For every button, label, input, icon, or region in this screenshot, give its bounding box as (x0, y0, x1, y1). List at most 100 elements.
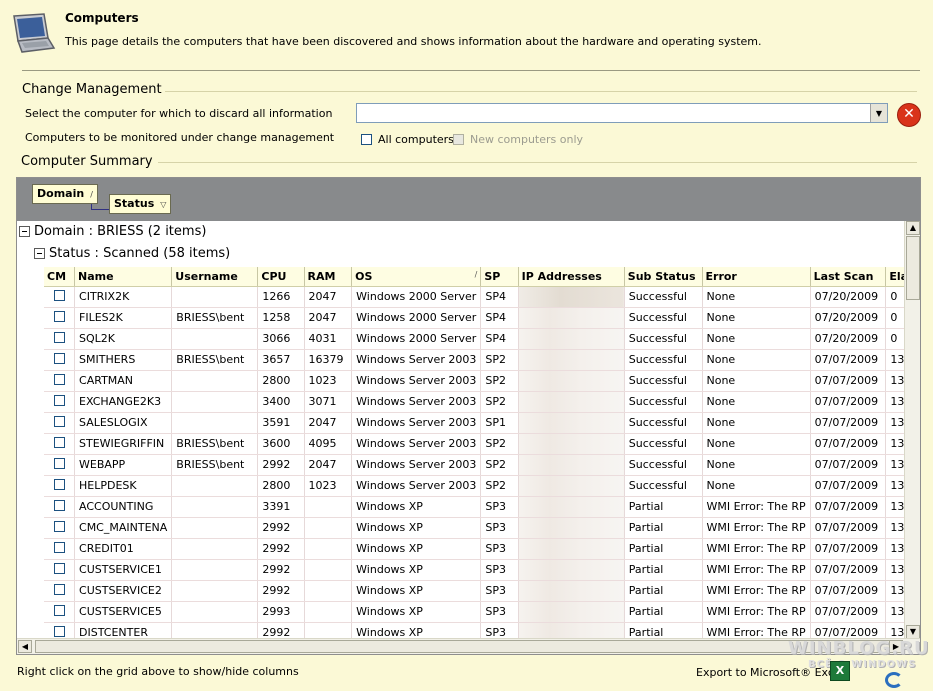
cell-cm[interactable] (44, 349, 76, 371)
column-header-cm[interactable]: CM (44, 267, 76, 287)
monitor-checkbox[interactable] (53, 478, 65, 490)
table-row[interactable]: SALESLOGIX 3591 2047 Windows Server 2003 SP1… (44, 412, 920, 434)
cell-cm[interactable] (44, 517, 76, 539)
cell-name: CMC_MAINTENA (74, 517, 173, 539)
cell-name: EXCHANGE2K3 (74, 391, 173, 413)
table-row[interactable]: CREDIT01 2992 Windows XP SP3 Partial WMI Erro… (44, 538, 920, 560)
table-row[interactable]: CITRIX2K 1266 2047 Windows 2000 Server SP4 Su… (44, 286, 920, 308)
cell-sub-status: Successful (624, 286, 703, 308)
all-computers-checkbox[interactable] (361, 134, 372, 145)
monitor-checkbox[interactable] (53, 625, 65, 637)
group-by-status-button[interactable]: Status ▽ (109, 194, 172, 214)
collapse-icon[interactable] (34, 248, 45, 259)
cell-cm[interactable] (44, 559, 76, 581)
monitor-checkbox[interactable] (53, 457, 65, 469)
monitor-checkbox[interactable] (53, 373, 65, 385)
column-header-last-scan[interactable]: Last Scan (810, 267, 887, 287)
table-row[interactable]: CUSTSERVICE5 2993 Windows XP SP3 Partial WMI … (44, 601, 920, 623)
cell-username (171, 328, 259, 350)
cell-error: None (702, 412, 811, 434)
monitor-checkbox[interactable] (53, 541, 65, 553)
cell-sub-status: Successful (624, 454, 703, 476)
column-header-os[interactable]: OS / (351, 267, 482, 287)
cell-cm[interactable] (44, 412, 76, 434)
cell-cm[interactable] (44, 475, 76, 497)
discard-icon[interactable]: ✕ (897, 103, 921, 127)
monitor-checkbox[interactable] (53, 331, 65, 343)
excel-icon[interactable]: X (830, 661, 850, 681)
column-header-cpu[interactable]: CPU (257, 267, 305, 287)
cell-cpu: 3600 (257, 433, 305, 455)
dropdown-arrow-icon[interactable]: ▼ (870, 104, 887, 122)
cell-ip-addresses (518, 328, 625, 350)
domain-group-row[interactable]: Domain : BRIESS (2 items) (19, 224, 206, 239)
column-header-sub-status[interactable]: Sub Status (624, 267, 703, 287)
vertical-scrollbar[interactable]: ▲ ▼ (904, 221, 920, 639)
table-row[interactable]: SQL2K 3066 4031 Windows 2000 Server SP4 Succe… (44, 328, 920, 350)
cell-cm[interactable] (44, 601, 76, 623)
scroll-down-icon[interactable]: ▼ (906, 625, 920, 639)
cell-username (171, 538, 259, 560)
table-row[interactable]: SMITHERS BRIESS\bent 3657 16379 Windows Serv… (44, 349, 920, 371)
column-header-name[interactable]: Name (74, 267, 173, 287)
cell-cm[interactable] (44, 328, 76, 350)
refresh-icon[interactable] (885, 672, 903, 688)
group-by-panel[interactable]: Domain / Status ▽ (17, 178, 920, 221)
cell-username (171, 517, 259, 539)
table-row[interactable]: EXCHANGE2K3 3400 3071 Windows Server 2003 SP… (44, 391, 920, 413)
table-row[interactable]: STEWIEGRIFFIN BRIESS\bent 3600 4095 Windows … (44, 433, 920, 455)
monitor-checkbox[interactable] (53, 415, 65, 427)
table-row[interactable]: CUSTSERVICE1 2992 Windows XP SP3 Partial WMI … (44, 559, 920, 581)
column-header-error[interactable]: Error (702, 267, 811, 287)
table-row[interactable]: CARTMAN 2800 1023 Windows Server 2003 SP2 Suc… (44, 370, 920, 392)
monitor-checkbox[interactable] (53, 604, 65, 616)
table-row[interactable]: CUSTSERVICE2 2992 Windows XP SP3 Partial WMI … (44, 580, 920, 602)
table-row[interactable]: ACCOUNTING 3391 Windows XP SP3 Partial WMI Er… (44, 496, 920, 518)
cell-cm[interactable] (44, 580, 76, 602)
table-row[interactable]: FILES2K BRIESS\bent 1258 2047 Windows 2000 S… (44, 307, 920, 329)
sort-icon: / (474, 269, 478, 279)
cell-cm[interactable] (44, 307, 76, 329)
scroll-up-icon[interactable]: ▲ (906, 221, 920, 235)
monitor-checkbox[interactable] (53, 499, 65, 511)
computer-grid[interactable]: Domain / Status ▽ Domain : BRIESS (2 items… (16, 177, 921, 655)
cell-last-scan: 07/07/2009 (810, 601, 887, 623)
table-row[interactable]: CMC_MAINTENA 2992 Windows XP SP3 Partial WMI … (44, 517, 920, 539)
cell-sub-status: Partial (624, 559, 703, 581)
column-header-ip-addresses[interactable]: IP Addresses (518, 267, 625, 287)
monitor-checkbox[interactable] (53, 289, 65, 301)
monitor-checkbox[interactable] (53, 310, 65, 322)
cell-ip-addresses (518, 412, 625, 434)
scroll-thumb[interactable] (906, 236, 920, 300)
table-row[interactable]: HELPDESK 2800 1023 Windows Server 2003 SP2 Su… (44, 475, 920, 497)
table-row[interactable]: WEBAPP BRIESS\bent 2992 2047 Windows Server … (44, 454, 920, 476)
cell-cm[interactable] (44, 391, 76, 413)
cell-ram: 4095 (304, 433, 353, 455)
status-group-row[interactable]: Status : Scanned (58 items) (34, 246, 230, 261)
column-header-label: CM (47, 269, 67, 283)
monitor-checkbox[interactable] (53, 436, 65, 448)
column-header-username[interactable]: Username (171, 267, 259, 287)
column-header-ram[interactable]: RAM (304, 267, 353, 287)
scroll-left-icon[interactable]: ◀ (18, 640, 32, 653)
collapse-icon[interactable] (19, 226, 30, 237)
scroll-thumb[interactable] (35, 640, 903, 653)
monitor-checkbox[interactable] (53, 394, 65, 406)
discard-computer-select[interactable]: ▼ (356, 103, 888, 123)
cell-cm[interactable] (44, 454, 76, 476)
cell-sub-status: Successful (624, 370, 703, 392)
cell-sp: SP2 (480, 370, 519, 392)
all-computers-option[interactable]: All computers (361, 133, 454, 146)
horizontal-scrollbar[interactable]: ◀ ▶ (17, 638, 920, 654)
cell-cm[interactable] (44, 286, 76, 308)
cell-cm[interactable] (44, 433, 76, 455)
monitor-checkbox[interactable] (53, 583, 65, 595)
column-header-sp[interactable]: SP (480, 267, 519, 287)
cell-cm[interactable] (44, 496, 76, 518)
group-by-domain-button[interactable]: Domain / (32, 184, 98, 204)
cell-cm[interactable] (44, 538, 76, 560)
monitor-checkbox[interactable] (53, 520, 65, 532)
cell-cm[interactable] (44, 370, 76, 392)
monitor-checkbox[interactable] (53, 352, 65, 364)
monitor-checkbox[interactable] (53, 562, 65, 574)
